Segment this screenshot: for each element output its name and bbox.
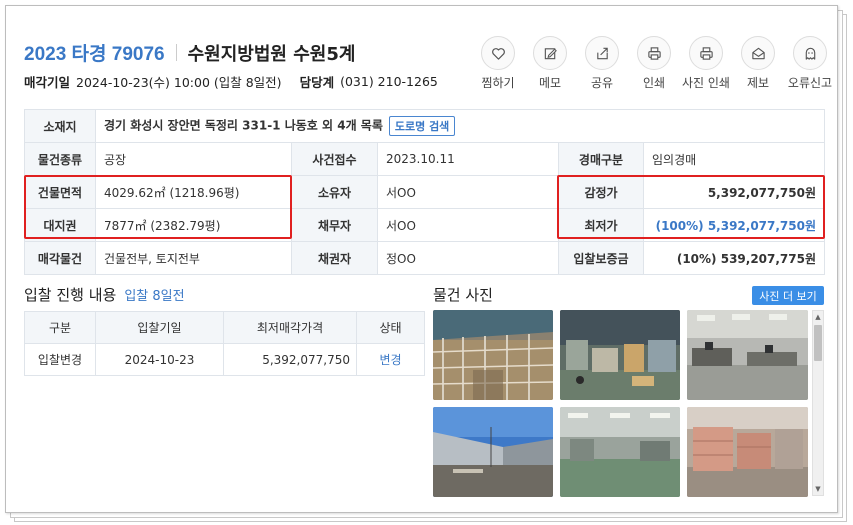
creditor-label: 채권자 bbox=[291, 241, 378, 275]
deposit-label: 입찰보증금 bbox=[558, 241, 644, 275]
type-value: 공장 bbox=[95, 142, 292, 176]
land-right-label: 대지권 bbox=[24, 208, 96, 242]
case-number[interactable]: 2023 타경 79076 bbox=[24, 39, 165, 66]
property-photo[interactable] bbox=[687, 407, 808, 497]
land-right-value: 7877㎡ (2382.79평) bbox=[95, 208, 292, 242]
debtor-label: 채무자 bbox=[291, 208, 378, 242]
deposit-value: (10%) 539,207,775원 bbox=[642, 241, 826, 275]
appraisal-value: 5,392,077,750원 bbox=[642, 175, 826, 209]
bid-price-cell: 5,392,077,750 bbox=[223, 343, 357, 376]
address-label: 소재지 bbox=[24, 109, 96, 143]
report-icon bbox=[741, 36, 775, 70]
building-area-label: 건물면적 bbox=[24, 175, 96, 209]
share-button[interactable]: 공유 bbox=[576, 36, 628, 91]
appraisal-label: 감정가 bbox=[558, 175, 644, 209]
debtor-value: 서OO bbox=[377, 208, 559, 242]
photo-print-icon bbox=[689, 36, 723, 70]
property-photo[interactable] bbox=[560, 310, 680, 400]
sale-date-value: 2024-10-23(수) 10:00 (입찰 8일전) bbox=[76, 75, 282, 90]
sale-info-row: 매각기일 2024-10-23(수) 10:00 (입찰 8일전) 담당계 (0… bbox=[24, 72, 438, 91]
print-button[interactable]: 인쇄 bbox=[628, 36, 680, 91]
ghost-icon bbox=[793, 36, 827, 70]
sale-date-label: 매각기일 bbox=[24, 75, 71, 90]
property-photo[interactable] bbox=[433, 310, 553, 400]
table-row: 매각물건 건물전부, 토지전부 채권자 정OO 입찰보증금 (10%) 539,… bbox=[24, 241, 826, 275]
memo-button[interactable]: 메모 bbox=[524, 36, 576, 91]
table-row: 소재지 경기 화성시 장안면 독정리 331-1 나동호 외 4개 목록 도로명 … bbox=[24, 109, 826, 143]
owner-value: 서OO bbox=[377, 175, 559, 209]
road-name-search-button[interactable]: 도로명 검색 bbox=[388, 116, 456, 136]
table-row: 대지권 7877㎡ (2382.79평) 채무자 서OO 최저가 (100%) … bbox=[24, 208, 826, 242]
heart-icon bbox=[481, 36, 515, 70]
bid-status-cell[interactable]: 변경 bbox=[356, 343, 425, 376]
column-header: 입찰기일 bbox=[95, 311, 224, 344]
more-photos-button[interactable]: 사진 더 보기 bbox=[752, 286, 824, 305]
scrollbar-thumb[interactable] bbox=[814, 325, 822, 361]
table-row: 건물면적 4029.62㎡ (1218.96평) 소유자 서OO 감정가 5,3… bbox=[24, 175, 826, 209]
favorite-button[interactable]: 찜하기 bbox=[472, 36, 524, 91]
memo-label: 메모 bbox=[538, 76, 562, 90]
auction-type-value: 임의경매 bbox=[642, 142, 826, 176]
table-row: 물건종류 공장 사건접수 2023.10.11 경매구분 임의경매 bbox=[24, 142, 826, 176]
bidding-table: 구분 입찰기일 최저매각가격 상태 입찰변경 2024-10-23 5,392,… bbox=[24, 311, 425, 376]
type-label: 물건종류 bbox=[24, 142, 96, 176]
share-icon bbox=[585, 36, 619, 70]
report-label: 제보 bbox=[746, 76, 770, 90]
address-cell: 경기 화성시 장안면 독정리 331-1 나동호 외 4개 목록 도로명 검색 bbox=[94, 109, 826, 143]
error-report-label: 오류신고 bbox=[787, 76, 833, 90]
bid-type-cell: 입찰변경 bbox=[24, 343, 96, 376]
sale-item-value: 건물전부, 토지전부 bbox=[95, 241, 292, 275]
table-header-row: 구분 입찰기일 최저매각가격 상태 bbox=[24, 311, 425, 344]
action-toolbar: 찜하기 메모 공유 인쇄 사진 인쇄 제보 오류신고 bbox=[472, 36, 836, 91]
print-label: 인쇄 bbox=[642, 76, 666, 90]
column-header: 최저매각가격 bbox=[223, 311, 357, 344]
received-value: 2023.10.11 bbox=[377, 142, 559, 176]
building-area-value: 4029.62㎡ (1218.96평) bbox=[95, 175, 292, 209]
minimum-price-label: 최저가 bbox=[558, 208, 644, 242]
table-row: 입찰변경 2024-10-23 5,392,077,750 변경 bbox=[24, 343, 425, 376]
memo-icon bbox=[533, 36, 567, 70]
photo-print-button[interactable]: 사진 인쇄 bbox=[680, 36, 732, 91]
print-icon bbox=[637, 36, 671, 70]
bidding-subtitle: 입찰 8일전 bbox=[124, 289, 185, 304]
title-separator bbox=[175, 44, 177, 61]
property-photo[interactable] bbox=[687, 310, 808, 400]
photo-scrollbar[interactable]: ▲ ▼ bbox=[812, 310, 824, 496]
bid-date-cell: 2024-10-23 bbox=[95, 343, 224, 376]
case-title-row: 2023 타경 79076 수원지방법원 수원5계 bbox=[24, 39, 355, 66]
error-report-button[interactable]: 오류신고 bbox=[784, 36, 836, 91]
photo-print-label: 사진 인쇄 bbox=[682, 76, 730, 90]
received-label: 사건접수 bbox=[291, 142, 378, 176]
sale-item-label: 매각물건 bbox=[24, 241, 96, 275]
column-header: 상태 bbox=[356, 311, 425, 344]
dept-value: (031) 210-1265 bbox=[340, 74, 438, 89]
auction-type-label: 경매구분 bbox=[558, 142, 644, 176]
share-label: 공유 bbox=[590, 76, 614, 90]
scroll-down-icon[interactable]: ▼ bbox=[813, 483, 823, 495]
dept-label: 담당계 bbox=[299, 75, 335, 90]
address-value: 경기 화성시 장안면 독정리 331-1 나동호 외 4개 목록 bbox=[104, 118, 383, 133]
photos-section-title: 물건 사진 bbox=[433, 286, 493, 304]
owner-label: 소유자 bbox=[291, 175, 378, 209]
creditor-value: 정OO bbox=[377, 241, 559, 275]
court-name: 수원지방법원 수원5계 bbox=[187, 43, 356, 65]
minimum-price-value: (100%) 5,392,077,750원 bbox=[642, 208, 826, 242]
property-info-table: 소재지 경기 화성시 장안면 독정리 331-1 나동호 외 4개 목록 도로명 … bbox=[24, 109, 826, 275]
column-header: 구분 bbox=[24, 311, 96, 344]
bidding-section-title: 입찰 진행 내용 입찰 8일전 bbox=[24, 284, 185, 305]
bidding-title: 입찰 진행 내용 bbox=[24, 286, 117, 304]
scroll-up-icon[interactable]: ▲ bbox=[813, 311, 823, 323]
auction-detail-card: 2023 타경 79076 수원지방법원 수원5계 매각기일 2024-10-2… bbox=[5, 5, 838, 513]
report-button[interactable]: 제보 bbox=[732, 36, 784, 91]
property-photo[interactable] bbox=[560, 407, 680, 497]
favorite-label: 찜하기 bbox=[481, 76, 515, 90]
property-photo[interactable] bbox=[433, 407, 553, 497]
